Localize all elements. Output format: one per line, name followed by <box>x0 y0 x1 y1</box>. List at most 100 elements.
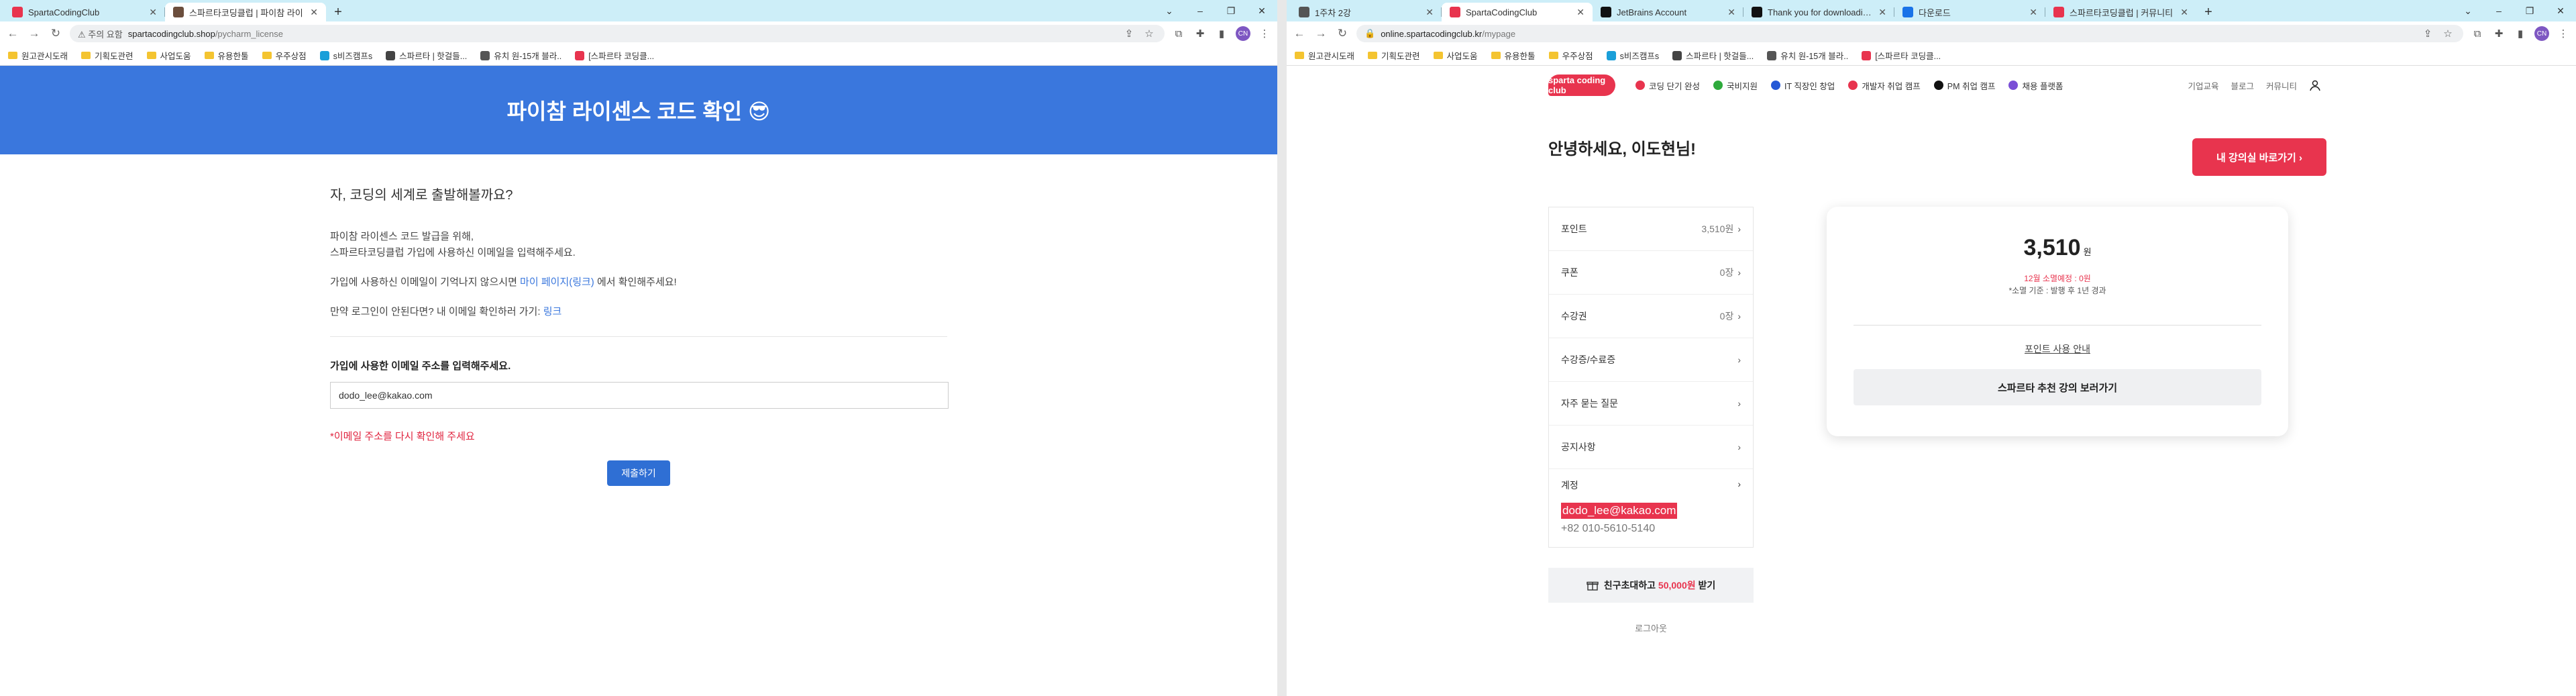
folder-icon <box>81 52 91 59</box>
bookmark-star-icon[interactable]: ☆ <box>1142 26 1157 41</box>
nav-link-community[interactable]: 커뮤니티 <box>2266 79 2297 92</box>
bookmark-folder[interactable]: 기획도관련 <box>1368 49 1420 62</box>
sidebar-icon[interactable]: ▮ <box>1214 26 1229 41</box>
puzzle-icon[interactable]: ✚ <box>1193 26 1208 41</box>
check-email-link[interactable]: 링크 <box>543 306 562 317</box>
menu-item-faq[interactable]: 자주 묻는 질문 › <box>1549 382 1753 426</box>
go-to-classroom-button[interactable]: 내 강의실 바로가기 › <box>2192 138 2326 176</box>
bookmark-link[interactable]: 유치 원-15개 블라.. <box>1767 49 1848 62</box>
points-balance: 3,510 원 <box>2023 235 2092 260</box>
bookmark-folder[interactable]: 원고관시도래 <box>1295 49 1354 62</box>
bookmark-link[interactable]: s비즈캠프s <box>1606 49 1659 62</box>
bookmark-folder[interactable]: 기획도관련 <box>81 49 133 62</box>
minimize-button[interactable]: – <box>1185 0 1216 21</box>
nav-item-dev-camp[interactable]: 개발자 취업 캠프 <box>1848 79 1921 92</box>
share-icon[interactable]: ⇪ <box>1122 26 1136 41</box>
mypage-link[interactable]: 마이 페이지(링크) <box>520 277 594 288</box>
bookmark-link[interactable]: 유치 원-15개 블라.. <box>480 49 561 62</box>
menu-item-coupons[interactable]: 쿠폰 0장 › <box>1549 251 1753 295</box>
bookmark-link[interactable]: [스파르타 코딩클... <box>1862 49 1941 62</box>
nav-item-startup[interactable]: IT 직장인 창업 <box>1770 79 1835 92</box>
bookmark-folder[interactable]: 유용한툴 <box>1491 49 1536 62</box>
nav-link-blog[interactable]: 블로그 <box>2231 79 2254 92</box>
tab-search-icon[interactable]: ⌄ <box>1154 0 1185 21</box>
menu-icon[interactable]: ⋮ <box>2556 26 2571 41</box>
submit-button[interactable]: 제출하기 <box>607 460 670 486</box>
close-icon[interactable]: ✕ <box>2180 7 2188 18</box>
nav-item-coding-short[interactable]: 코딩 단기 완성 <box>1635 79 1700 92</box>
address-bar[interactable]: ⚠ 주의 요함 spartacodingclub.shop/pycharm_li… <box>70 25 1165 42</box>
tab-lecture[interactable]: 1주차 2강 ✕ <box>1291 3 1442 21</box>
maximize-button[interactable]: ❐ <box>1216 0 1246 21</box>
close-window-button[interactable]: ✕ <box>1246 0 1277 21</box>
extensions-icon[interactable]: ⧉ <box>2470 26 2485 41</box>
bookmark-folder[interactable]: 사업도움 <box>1433 49 1478 62</box>
share-icon[interactable]: ⇪ <box>2420 26 2435 41</box>
bookmark-folder[interactable]: 사업도움 <box>146 49 191 62</box>
new-tab-button[interactable]: + <box>2199 3 2218 21</box>
email-field[interactable]: dodo_lee@kakao.com <box>330 382 949 409</box>
site-icon <box>386 50 396 60</box>
bookmark-folder[interactable]: 유용한툴 <box>204 49 249 62</box>
close-icon[interactable]: ✕ <box>310 7 318 18</box>
close-icon[interactable]: ✕ <box>149 7 157 18</box>
logout-link[interactable]: 로그아웃 <box>1548 622 1754 634</box>
close-window-button[interactable]: ✕ <box>2545 0 2576 21</box>
address-bar[interactable]: 🔒 online.spartacodingclub.kr/mypage ⇪ ☆ <box>1356 25 2463 42</box>
user-icon[interactable] <box>2309 79 2321 91</box>
profile-avatar[interactable]: CN <box>2534 26 2549 41</box>
tab-search-icon[interactable]: ⌄ <box>2453 0 2483 21</box>
nav-item-pm-camp[interactable]: PM 취업 캠프 <box>1933 79 1995 92</box>
close-icon[interactable]: ✕ <box>1727 7 1735 18</box>
close-icon[interactable]: ✕ <box>2029 7 2037 18</box>
points-guide-link[interactable]: 포인트 사용 안내 <box>1827 342 2288 356</box>
tab-spartacodingclub[interactable]: SpartaCodingClub ✕ <box>1442 3 1593 21</box>
new-tab-button[interactable]: + <box>329 3 347 21</box>
bookmark-link[interactable]: s비즈캠프s <box>319 49 372 62</box>
puzzle-icon[interactable]: ✚ <box>2491 26 2506 41</box>
close-icon[interactable]: ✕ <box>1426 7 1434 18</box>
menu-item-vouchers[interactable]: 수강권 0장 › <box>1549 295 1753 338</box>
bookmark-folder[interactable]: 원고관시도래 <box>8 49 68 62</box>
nav-link-enterprise[interactable]: 기업교육 <box>2188 79 2218 92</box>
reload-icon[interactable]: ↻ <box>48 26 63 41</box>
extensions-icon[interactable]: ⧉ <box>1171 26 1186 41</box>
tab-pycharm-download[interactable]: Thank you for downloading Py ✕ <box>1743 3 1894 21</box>
bookmark-link[interactable]: 스파르타 | 핫걸들... <box>1672 49 1754 62</box>
tab-downloads[interactable]: 다운로드 ✕ <box>1894 3 2045 21</box>
forward-icon[interactable]: → <box>27 26 42 41</box>
menu-item-points[interactable]: 포인트 3,510원 › <box>1549 207 1753 251</box>
menu-icon[interactable]: ⋮ <box>1257 26 1272 41</box>
nav-item-gov-support[interactable]: 국비지원 <box>1713 79 1758 92</box>
bookmark-folder[interactable]: 우주상점 <box>262 49 307 62</box>
bookmark-link[interactable]: 스파르타 | 핫걸들... <box>386 49 467 62</box>
close-icon[interactable]: ✕ <box>1878 7 1886 18</box>
recommended-courses-button[interactable]: 스파르타 추천 강의 보러가기 <box>1854 369 2261 405</box>
spartacodingclub-favicon-icon <box>1450 7 1460 17</box>
maximize-button[interactable]: ❐ <box>2514 0 2545 21</box>
sidebar-icon[interactable]: ▮ <box>2513 26 2528 41</box>
tab-jetbrains-account[interactable]: JetBrains Account ✕ <box>1593 3 1743 21</box>
reload-icon[interactable]: ↻ <box>1335 26 1350 41</box>
bookmark-link[interactable]: [스파르타 코딩클... <box>575 49 654 62</box>
close-icon[interactable]: ✕ <box>1576 7 1585 18</box>
forward-icon[interactable]: → <box>1313 26 1328 41</box>
tab-community[interactable]: 스파르타코딩클럽 | 커뮤니티 ✕ <box>2045 3 2196 21</box>
bookmark-star-icon[interactable]: ☆ <box>2440 26 2455 41</box>
bookmark-folder[interactable]: 우주상점 <box>1548 49 1593 62</box>
lock-icon[interactable]: 🔒 <box>1364 28 1375 39</box>
menu-item-account[interactable]: 계정 › dodo_lee@kakao.com +82 010-5610-5140 <box>1549 469 1753 547</box>
menu-item-certificates[interactable]: 수강증/수료증 › <box>1549 338 1753 382</box>
nav-item-recruit[interactable]: 채용 플랫폼 <box>2008 79 2063 92</box>
invite-friends-button[interactable]: 친구초대하고 50,000원 받기 <box>1548 568 1754 603</box>
tab-pycharm-license[interactable]: 스파르타코딩클럽 | 파이참 라이 ✕ <box>165 3 326 21</box>
back-icon[interactable]: ← <box>5 26 20 41</box>
not-secure-warning[interactable]: ⚠ 주의 요함 <box>78 28 123 40</box>
menu-item-notices[interactable]: 공지사항 › <box>1549 426 1753 469</box>
back-icon[interactable]: ← <box>1292 26 1307 41</box>
sparta-logo[interactable]: sparta coding club <box>1548 74 1615 96</box>
profile-avatar[interactable]: CN <box>1236 26 1250 41</box>
tab-spartacodingclub[interactable]: SpartaCodingClub ✕ <box>4 3 165 21</box>
license-form: 자, 코딩의 세계로 출발해볼까요? 파이참 라이센스 코드 발급을 위해, 스… <box>330 154 949 486</box>
minimize-button[interactable]: – <box>2483 0 2514 21</box>
